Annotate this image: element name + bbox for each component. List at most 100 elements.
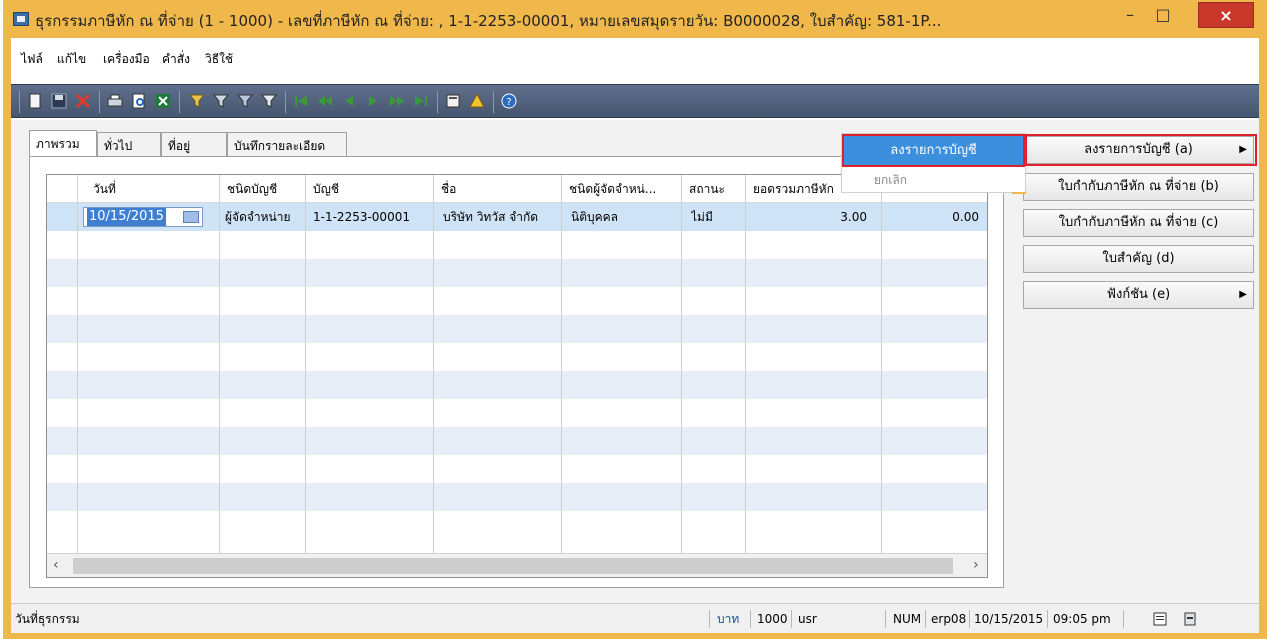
delete-icon[interactable] bbox=[75, 93, 91, 109]
filter-icon[interactable] bbox=[189, 93, 205, 109]
tab-address[interactable]: ที่อยู่ bbox=[161, 132, 227, 156]
table-row[interactable] bbox=[47, 287, 987, 315]
menu-edit[interactable]: แก้ไข bbox=[57, 50, 86, 69]
cancel-menu-item[interactable]: ยกเลิก bbox=[874, 171, 907, 190]
withholding-invoice-b-button[interactable]: ใบกำกับภาษีหัก ณ ที่จ่าย (b) bbox=[1023, 173, 1254, 201]
cell-status[interactable]: ไม่มี bbox=[691, 203, 713, 231]
first-record-icon[interactable] bbox=[293, 93, 309, 109]
tab-notes[interactable]: บันทึกรายละเอียด bbox=[227, 132, 347, 156]
maximize-button[interactable]: □ bbox=[1143, 2, 1183, 28]
column-header-total-tax[interactable]: ยอดรวมภาษีหัก bbox=[753, 175, 834, 203]
column-divider bbox=[77, 175, 78, 553]
session-date: 10/15/2015 bbox=[974, 612, 1044, 626]
currency-indicator[interactable]: บาท bbox=[717, 604, 739, 634]
help-icon[interactable]: ? bbox=[501, 93, 517, 109]
tab-overview[interactable]: ภาพรวม bbox=[29, 130, 97, 156]
print-preview-icon[interactable] bbox=[131, 93, 147, 109]
filter-by-field-icon[interactable] bbox=[213, 93, 229, 109]
application-window: ธุรกรรมภาษีหัก ณ ที่จ่าย (1 - 1000) - เล… bbox=[3, 0, 1267, 639]
date-value: 10/15/2015 bbox=[87, 208, 166, 226]
table-row[interactable] bbox=[47, 231, 987, 259]
menu-tools[interactable]: เครื่องมือ bbox=[103, 50, 150, 69]
next-record-icon[interactable] bbox=[365, 93, 381, 109]
cell-total-tax[interactable]: 3.00 bbox=[751, 203, 867, 231]
menu-help[interactable]: วิธีใช้ bbox=[205, 50, 233, 69]
column-header-date[interactable]: วันที่ bbox=[93, 175, 116, 203]
remove-filter-icon[interactable] bbox=[261, 93, 277, 109]
tab-general[interactable]: ทั่วไป bbox=[97, 132, 161, 156]
status-field-label: วันที่ธุรกรรม bbox=[15, 612, 80, 626]
company-indicator[interactable]: 1000 bbox=[757, 604, 788, 634]
scroll-right-icon[interactable]: › bbox=[973, 557, 979, 573]
table-row[interactable] bbox=[47, 399, 987, 427]
column-divider bbox=[681, 175, 682, 553]
post-button[interactable]: ลงรายการบัญชี (a) ▶ bbox=[1023, 136, 1254, 164]
toolbar-separator bbox=[19, 91, 20, 113]
next-page-icon[interactable] bbox=[389, 93, 405, 109]
status-separator bbox=[885, 610, 886, 628]
functions-button[interactable]: ฟังก์ชัน (e) ▶ bbox=[1023, 281, 1254, 309]
scrollbar-thumb[interactable] bbox=[73, 558, 953, 574]
column-divider bbox=[305, 175, 306, 553]
column-header-status[interactable]: สถานะ bbox=[689, 175, 725, 203]
column-divider bbox=[433, 175, 434, 553]
previous-record-icon[interactable] bbox=[341, 93, 357, 109]
database-icon[interactable] bbox=[1183, 612, 1197, 626]
new-icon[interactable] bbox=[27, 93, 43, 109]
column-header-vendor-type[interactable]: ชนิดผู้จัดจำหน่... bbox=[569, 175, 656, 203]
cell-name[interactable]: บริษัท วิทวัส จำกัด bbox=[443, 203, 538, 231]
print-icon[interactable] bbox=[107, 93, 123, 109]
post-button-label: ลงรายการบัญชี (a) bbox=[1084, 142, 1193, 157]
cell-account-type[interactable]: ผู้จัดจำหน่าย bbox=[225, 203, 291, 231]
post-menu-item[interactable]: ลงรายการบัญชี bbox=[842, 134, 1025, 167]
table-row[interactable] bbox=[47, 427, 987, 455]
excel-icon[interactable] bbox=[155, 93, 171, 109]
cell-vendor-type[interactable]: นิติบุคคล bbox=[571, 203, 618, 231]
user-indicator[interactable]: usr bbox=[798, 604, 817, 634]
alert-icon[interactable] bbox=[469, 93, 485, 109]
horizontal-scrollbar[interactable]: ‹ › bbox=[47, 553, 987, 577]
menu-file[interactable]: ไฟล์ bbox=[21, 50, 43, 69]
voucher-button[interactable]: ใบสำคัญ (d) bbox=[1023, 245, 1254, 273]
table-row[interactable] bbox=[47, 511, 987, 539]
previous-page-icon[interactable] bbox=[317, 93, 333, 109]
table-row[interactable] bbox=[47, 455, 987, 483]
transactions-grid: วันที่ ชนิดบัญชี บัญชี ชื่อ ชนิดผู้จัดจำ… bbox=[46, 174, 988, 578]
table-row[interactable] bbox=[47, 483, 987, 511]
save-icon[interactable] bbox=[51, 93, 67, 109]
scroll-left-icon[interactable]: ‹ bbox=[53, 557, 59, 573]
session-time: 09:05 pm bbox=[1053, 612, 1111, 626]
status-separator bbox=[1123, 610, 1124, 628]
date-field[interactable]: 10/15/2015 bbox=[83, 207, 203, 227]
numlock-indicator: NUM bbox=[893, 612, 922, 626]
submenu-arrow-icon: ▶ bbox=[1239, 289, 1247, 300]
table-row[interactable] bbox=[47, 343, 987, 371]
form-content: ภาพรวม ทั่วไป ที่อยู่ บันทึกรายละเอียด ว… bbox=[11, 120, 1259, 603]
table-row[interactable]: 10/15/2015 ผู้จัดจำหน่าย 1-1-2253-00001 … bbox=[47, 203, 987, 231]
toolbar-separator bbox=[99, 91, 100, 113]
svg-text:?: ? bbox=[506, 97, 511, 108]
menu-bar: ไฟล์ แก้ไข เครื่องมือ คำสั่ง วิธีใช้ bbox=[11, 38, 1259, 82]
column-header-account[interactable]: บัญชี bbox=[313, 175, 339, 203]
status-separator bbox=[925, 610, 926, 628]
filter-by-selection-icon[interactable] bbox=[237, 93, 253, 109]
menu-accent bbox=[1012, 192, 1026, 194]
menu-command[interactable]: คำสั่ง bbox=[162, 50, 190, 69]
cell-amount[interactable]: 0.00 bbox=[887, 203, 979, 231]
withholding-invoice-c-button[interactable]: ใบกำกับภาษีหัก ณ ที่จ่าย (c) bbox=[1023, 209, 1254, 237]
column-header-name[interactable]: ชื่อ bbox=[441, 175, 456, 203]
last-record-icon[interactable] bbox=[413, 93, 429, 109]
column-header-account-type[interactable]: ชนิดบัญชี bbox=[227, 175, 277, 203]
cell-account[interactable]: 1-1-2253-00001 bbox=[313, 203, 410, 231]
title-bar[interactable]: ธุรกรรมภาษีหัก ณ ที่จ่าย (1 - 1000) - เล… bbox=[3, 0, 1267, 38]
column-divider bbox=[219, 175, 220, 553]
close-button[interactable]: × bbox=[1198, 2, 1254, 28]
attachment-icon[interactable] bbox=[445, 93, 461, 109]
document-handling-icon[interactable] bbox=[1153, 612, 1167, 626]
table-row[interactable] bbox=[47, 315, 987, 343]
app-icon bbox=[13, 12, 29, 26]
table-row[interactable] bbox=[47, 371, 987, 399]
table-row[interactable] bbox=[47, 259, 987, 287]
calendar-icon[interactable] bbox=[183, 211, 199, 223]
toolbar: ? bbox=[11, 84, 1259, 118]
